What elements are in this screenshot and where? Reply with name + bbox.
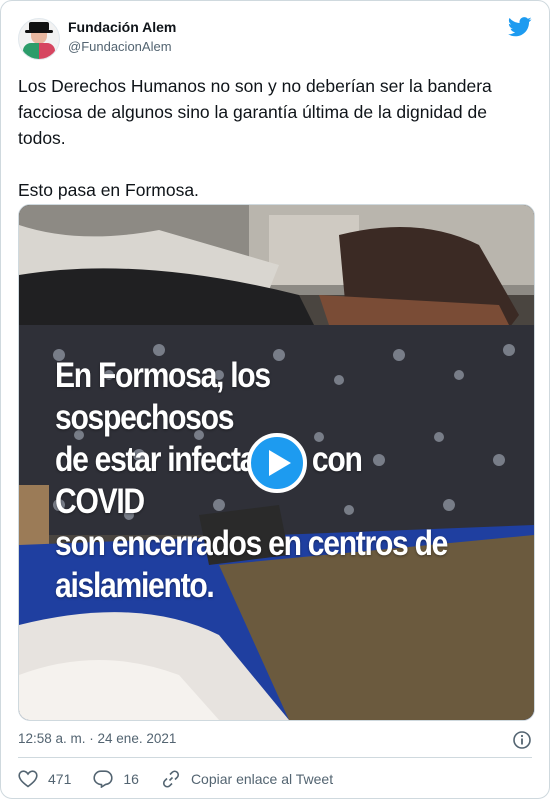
play-button[interactable] xyxy=(247,433,307,493)
reply-icon xyxy=(93,770,113,788)
tweet-actions: 471 16 Copiar enlace al Tweet xyxy=(18,767,355,791)
like-button[interactable]: 471 xyxy=(18,770,71,788)
link-icon xyxy=(162,770,179,788)
copy-link-label: Copiar enlace al Tweet xyxy=(190,771,334,787)
tweet-header: Fundación Alem @FundacionAlem xyxy=(18,15,532,63)
play-icon xyxy=(268,450,291,476)
tweet-timestamp[interactable]: 12:58 a. m. · 24 ene. 2021 xyxy=(18,731,176,746)
author-handle[interactable]: @FundacionAlem xyxy=(68,39,172,54)
tweet-text: Los Derechos Humanos no son y no debería… xyxy=(18,76,492,200)
author-name[interactable]: Fundación Alem xyxy=(68,19,176,35)
divider xyxy=(18,757,532,758)
author-avatar[interactable] xyxy=(18,18,60,60)
tweet-video[interactable]: En Formosa, los sospechosos de estar inf… xyxy=(18,204,535,721)
twitter-bird-icon[interactable] xyxy=(508,17,532,37)
reply-count: 16 xyxy=(123,771,139,787)
tweet-card: Fundación Alem @FundacionAlem Los Derech… xyxy=(0,0,550,799)
reply-button[interactable]: 16 xyxy=(93,770,139,788)
heart-icon xyxy=(18,770,38,788)
info-icon[interactable] xyxy=(512,730,532,750)
like-count: 471 xyxy=(48,771,72,787)
copy-link-button[interactable]: Copiar enlace al Tweet xyxy=(161,769,333,789)
